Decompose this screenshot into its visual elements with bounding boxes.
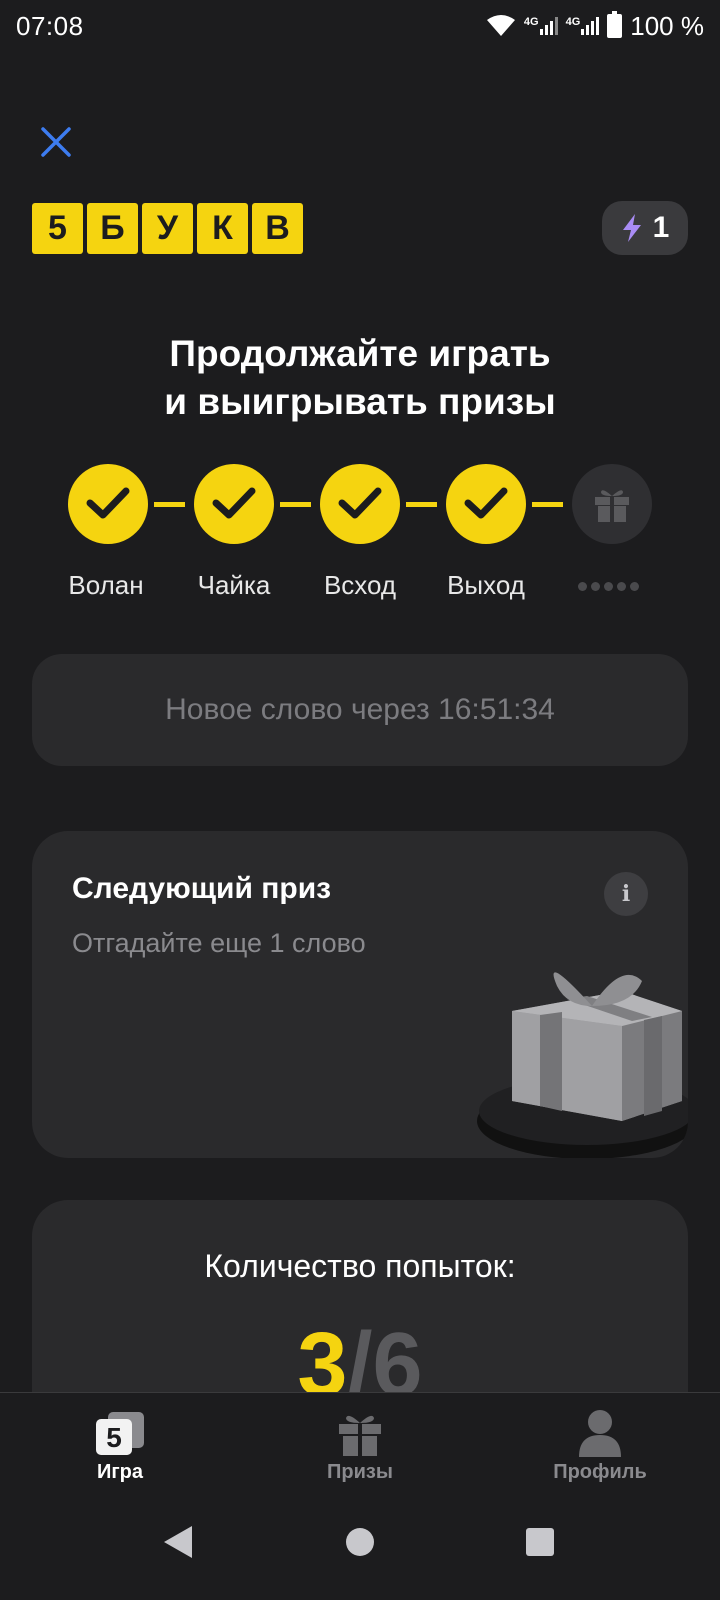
network-type-2: 4G [565,16,581,28]
step-locked-prize [572,464,652,544]
hidden-word-dots [578,582,639,591]
gift-icon [595,490,629,522]
app-logo: 5 Б У К В [32,203,303,254]
step-label: Волан [68,570,144,600]
checkmark-icon [338,487,382,519]
wifi-icon [486,15,515,36]
attempts-title: Количество попыток: [204,1248,516,1284]
step-connector [154,502,185,507]
close-icon [41,127,71,157]
battery-icon [607,11,623,38]
page-title: Продолжайте играть и выигрывать призы [0,330,720,426]
gift-icon [339,1415,381,1456]
step-label: Выход [447,570,525,600]
energy-count: 1 [652,211,670,244]
step-label: Всход [323,570,397,600]
game-icon-text: 5 [106,1422,122,1453]
tab-label: Призы [327,1461,393,1483]
step-done-2 [194,464,274,544]
step-done-1 [68,464,148,544]
logo-tile: 5 [32,203,83,254]
system-nav-bar [0,1488,720,1600]
tab-game[interactable]: 5 Игра [0,1393,240,1489]
tab-prizes[interactable]: Призы [240,1393,480,1489]
gift-box-image [477,972,688,1158]
logo-tile: У [142,203,193,254]
step-connector [532,502,563,507]
step-connector [406,502,437,507]
profile-icon [579,1410,621,1457]
step-connector [280,502,311,507]
progress-steps [68,464,652,544]
tab-label: Профиль [553,1461,647,1483]
status-time: 07:08 [16,10,84,41]
status-bar: 07:08 4G 4G 100 % [0,0,720,52]
step-done-3 [320,464,400,544]
network-type-1: 4G [523,16,539,28]
info-icon: i [621,881,631,907]
checkmark-icon [86,487,130,519]
tab-label: Игра [96,1461,144,1483]
next-prize-title: Следующий приз [72,872,332,905]
step-done-4 [446,464,526,544]
back-icon[interactable] [162,1524,194,1560]
logo-tile: Б [87,203,138,254]
logo-tile: К [197,203,248,254]
signal-2-icon: 4G [566,17,600,35]
lightning-icon [622,214,641,242]
checkmark-icon [212,487,256,519]
checkmark-icon [464,487,508,519]
energy-badge[interactable]: 1 [602,201,688,255]
step-label: Чайка [197,570,271,600]
status-icons: 4G 4G 100 % [486,11,704,42]
headline-line-2: и выигрывать призы [164,381,556,422]
recents-icon[interactable] [524,1524,556,1560]
home-icon[interactable] [345,1524,375,1560]
battery-percent: 100 % [630,10,704,41]
new-word-timer: Новое слово через 16:51:34 [32,654,688,766]
headline-line-1: Продолжайте играть [169,333,551,374]
tab-profile[interactable]: Профиль [480,1393,720,1489]
bottom-tab-bar: 5 Игра Призы Профиль [0,1392,720,1488]
timer-text: Новое слово через 16:51:34 [165,693,555,726]
game-5-icon: 5 [96,1412,144,1455]
next-prize-subtitle: Отгадайте еще 1 слово [72,928,366,958]
next-prize-card[interactable]: Следующий приз Отгадайте еще 1 слово i [32,831,688,1158]
info-button[interactable]: i [604,872,648,916]
signal-1-icon: 4G [524,17,558,35]
close-button[interactable] [38,124,74,160]
logo-tile: В [252,203,303,254]
